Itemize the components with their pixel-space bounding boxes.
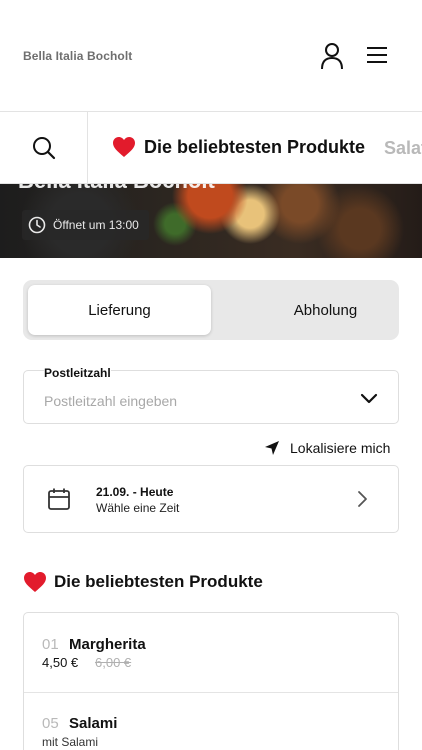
section-title-popular: Die beliebtesten Produkte: [23, 571, 263, 593]
app-header: Bella Italia Bocholt: [0, 0, 422, 112]
opening-status-badge: Öffnet um 13:00: [22, 210, 149, 240]
delivery-option-lieferung[interactable]: Lieferung: [28, 285, 211, 335]
selected-date: 21.09. - Heute: [96, 485, 174, 499]
postcode-placeholder: Postleitzahl eingeben: [44, 393, 178, 409]
popular-products-list: 01 Margherita 4,50 € 6,00 € 05 Salami mi…: [23, 612, 399, 750]
product-description: mit Salami: [42, 735, 99, 749]
calendar-icon: [48, 488, 70, 510]
product-number: 01: [42, 636, 59, 653]
product-name: Margherita: [69, 636, 146, 653]
delivery-mode-toggle: Lieferung Abholung: [23, 280, 399, 340]
opening-status-text: Öffnet um 13:00: [53, 218, 139, 232]
category-bar: Die beliebtesten Produkte Salat: [0, 112, 422, 184]
heart-icon: [24, 572, 46, 592]
product-number: 05: [42, 715, 59, 732]
category-search-button[interactable]: [0, 112, 88, 183]
hamburger-menu-icon[interactable]: [365, 45, 389, 65]
user-icon[interactable]: [320, 42, 344, 70]
product-item[interactable]: 05 Salami mit Salami: [24, 693, 398, 750]
postcode-select[interactable]: Postleitzahl Postleitzahl eingeben: [23, 366, 399, 424]
hero-title: Bella Italia Bocholt: [18, 184, 215, 194]
delivery-time-picker[interactable]: 21.09. - Heute Wähle eine Zeit: [23, 465, 399, 533]
clock-icon: [28, 216, 46, 234]
category-tab-next[interactable]: Salat: [384, 138, 422, 159]
product-price: 4,50 €: [42, 655, 79, 670]
product-old-price: 6,00 €: [95, 655, 132, 670]
chevron-down-icon: [360, 393, 378, 404]
heart-icon: [113, 137, 135, 157]
search-icon: [32, 137, 55, 160]
location-arrow-icon: [265, 441, 279, 455]
choose-time-hint: Wähle eine Zeit: [96, 501, 180, 515]
product-name: Salami: [69, 715, 118, 732]
section-title-label: Die beliebtesten Produkte: [54, 572, 263, 591]
locate-me-label: Lokalisiere mich: [290, 440, 391, 456]
brand-name[interactable]: Bella Italia Bocholt: [23, 49, 132, 63]
category-tab-label: Die beliebtesten Produkte: [144, 136, 366, 157]
delivery-option-abholung[interactable]: Abholung: [234, 285, 417, 335]
restaurant-hero-image: Bella Italia Bocholt Öffnet um 13:00: [0, 184, 422, 258]
chevron-right-icon: [358, 491, 367, 507]
product-item[interactable]: 01 Margherita 4,50 € 6,00 €: [24, 613, 398, 693]
locate-me-button[interactable]: Lokalisiere mich: [264, 440, 390, 456]
postcode-label: Postleitzahl: [44, 366, 111, 380]
category-tab-popular[interactable]: Die beliebtesten Produkte: [112, 136, 365, 158]
